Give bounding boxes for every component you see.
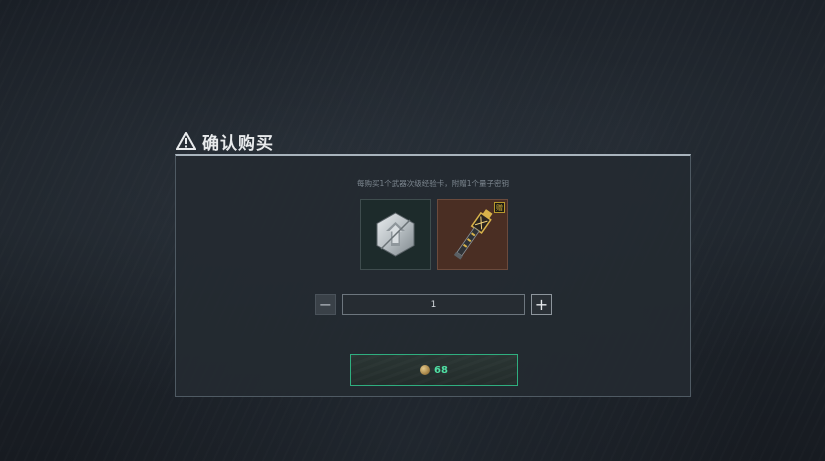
upgrade-badge-icon: [376, 212, 415, 257]
dialog-title-text: 确认购买: [202, 133, 274, 154]
quantum-key-card[interactable]: 赠: [437, 199, 508, 270]
coin-icon: [420, 365, 431, 375]
weapon-upgrade-card[interactable]: [360, 199, 431, 270]
warning-icon: [176, 132, 196, 150]
dialog-description: 每购买1个武器次级经验卡，附赠1个量子密钥: [356, 179, 510, 188]
price-label: 68: [434, 364, 448, 376]
buy-button[interactable]: 68: [350, 354, 518, 386]
decrease-quantity-button[interactable]: −: [315, 294, 336, 315]
purchase-dialog: 每购买1个武器次级经验卡，附赠1个量子密钥 赠 − 1 + 68: [175, 154, 691, 397]
quantity-input[interactable]: [342, 294, 525, 315]
dialog-title: 确认购买: [176, 128, 274, 154]
gift-badge: 赠: [494, 202, 505, 213]
increase-quantity-button[interactable]: +: [531, 294, 552, 315]
